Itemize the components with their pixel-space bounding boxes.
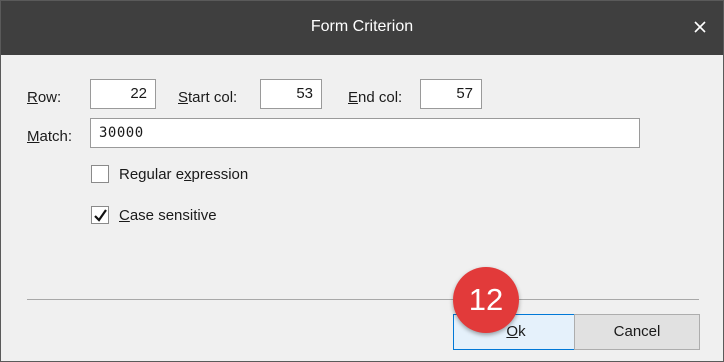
regex-label[interactable]: Regular expression <box>119 166 248 183</box>
row-label: Row: <box>27 89 62 106</box>
match-label: Match: <box>27 128 73 145</box>
start-col-input[interactable]: 53 <box>260 79 322 109</box>
dialog-title: Form Criterion <box>310 18 414 35</box>
start-col-label: Start col: <box>178 89 238 106</box>
close-button[interactable] <box>677 1 723 55</box>
close-icon <box>694 20 706 37</box>
regex-checkbox[interactable] <box>91 165 109 183</box>
form-criterion-dialog: Form Criterion Row: 22 Start col: 53 End… <box>0 0 724 362</box>
case-sensitive-label[interactable]: Case sensitive <box>119 207 217 224</box>
case-sensitive-checkbox[interactable] <box>91 206 109 224</box>
end-col-input[interactable]: 57 <box>420 79 482 109</box>
step-badge: 12 <box>453 267 519 333</box>
end-col-label: End col: <box>348 89 403 106</box>
separator <box>27 299 699 300</box>
title-bar: Form Criterion <box>1 1 723 55</box>
checkmark-icon <box>94 209 107 222</box>
match-input[interactable]: 30000 <box>90 118 640 148</box>
row-input[interactable]: 22 <box>90 79 156 109</box>
cancel-button[interactable]: Cancel <box>574 314 700 350</box>
